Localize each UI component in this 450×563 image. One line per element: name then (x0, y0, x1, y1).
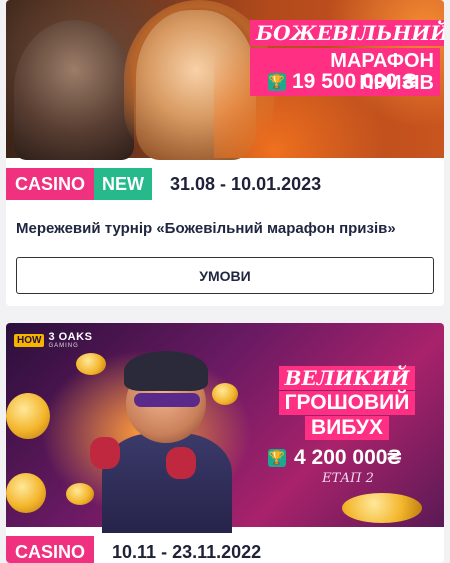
tournament-card-1[interactable]: БОЖЕВІЛЬНИЙ МАРАФОН ПРИЗІВ 🏆 19 500 000 … (6, 0, 444, 306)
tournament-card-2[interactable]: HOW 3 OAKS GAMING ВЕЛИКИЙ ГРОШОВИЙ ВИБУХ… (6, 323, 444, 563)
provider-logo-text: 3 OAKS (48, 331, 93, 343)
provider-logo-mark: HOW (14, 333, 45, 347)
tournament-banner-image[interactable]: БОЖЕВІЛЬНИЙ МАРАФОН ПРИЗІВ 🏆 19 500 000 … (6, 0, 444, 160)
prize-amount: 19 500 000 ₴ (292, 70, 417, 93)
coin-art (6, 473, 46, 513)
tournament-description: Мережевий турнір «Божевільний марафон пр… (16, 220, 396, 237)
trophy-icon: 🏆 (268, 449, 286, 467)
category-badge: CASINO (6, 168, 95, 200)
robber-hair-art (124, 351, 208, 391)
prize-amount: 4 200 000₴ (294, 446, 402, 469)
tournament-dates: 10.11 - 23.11.2022 (112, 541, 262, 562)
coin-art (212, 383, 238, 405)
robber-body-art (102, 433, 232, 533)
coin-art (66, 483, 94, 505)
banner-stage: ЕТАП 2 (322, 471, 374, 486)
banner-title-line2: ГРОШОВИЙ (278, 391, 416, 415)
new-badge: NEW (94, 168, 153, 200)
provider-logo: HOW 3 OAKS GAMING (14, 331, 92, 349)
tournament-dates: 31.08 - 10.01.2023 (170, 173, 322, 194)
provider-logo-sub: GAMING (48, 343, 79, 349)
conditions-button[interactable]: УМОВИ (16, 257, 434, 294)
banner-title-line1: БОЖЕВІЛЬНИЙ (250, 20, 444, 46)
trophy-icon: 🏆 (268, 73, 286, 91)
banner-prize: 🏆 19 500 000 ₴ (268, 70, 417, 94)
robber-mask-art (134, 393, 200, 407)
banner-prize: 🏆 4 200 000₴ (268, 446, 401, 470)
tag-row: CASINO NEW 31.08 - 10.01.2023 (6, 168, 444, 200)
banner-title-line3: ВИБУХ (305, 416, 389, 440)
robber-glove-art (166, 447, 196, 479)
god-character-art (14, 20, 134, 160)
tournament-banner-image[interactable]: HOW 3 OAKS GAMING ВЕЛИКИЙ ГРОШОВИЙ ВИБУХ… (6, 323, 444, 533)
banner-title-line1: ВЕЛИКИЙ (278, 366, 416, 390)
coin-art (76, 353, 106, 375)
banner-title: ВЕЛИКИЙ ГРОШОВИЙ ВИБУХ (262, 366, 432, 440)
robber-glove-art (90, 437, 120, 469)
coin-art (6, 393, 50, 439)
coin-art (342, 493, 422, 523)
